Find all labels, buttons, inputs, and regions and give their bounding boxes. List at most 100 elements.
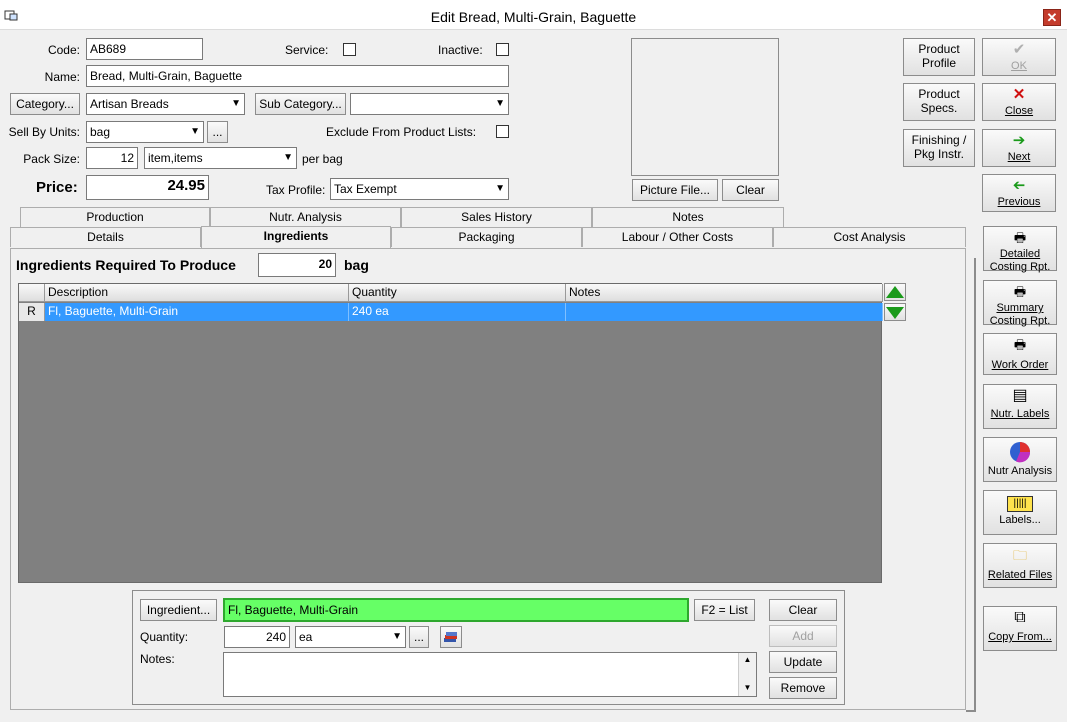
quantity-label: Quantity: [140,630,189,644]
folder-icon: 🗀 [1013,547,1027,563]
tax-profile-value: Tax Exempt [334,182,397,196]
copy-from-button[interactable]: ⧉ Copy From... [983,606,1057,651]
ingredient-button[interactable]: Ingredient... [140,599,217,621]
ok-button[interactable]: ✔ OK [982,38,1056,76]
tab-notes[interactable]: Notes [592,207,784,227]
tab-production[interactable]: Production [20,207,210,227]
price-input[interactable]: 24.95 [86,175,209,200]
panel-shadow [966,258,976,712]
picture-clear-button[interactable]: Clear [722,179,779,201]
detailed-line2: Costing Rpt. [989,261,1051,273]
exclude-checkbox[interactable] [496,125,509,138]
nutr-labels-button[interactable]: ▤ Nutr. Labels [983,384,1057,429]
notes-textarea[interactable] [223,652,757,697]
notes-label: Notes: [140,652,175,666]
service-checkbox[interactable] [343,43,356,56]
tab-details[interactable]: Details [10,227,201,247]
tab-cost-analysis[interactable]: Cost Analysis [773,227,966,247]
tab-labour-costs[interactable]: Labour / Other Costs [582,227,773,247]
picture-box [631,38,779,176]
finishing-line1: Finishing / [911,133,967,147]
row-marker[interactable]: R [19,303,45,321]
produce-qty-input[interactable]: 20 [258,253,336,277]
scroll-down-icon[interactable]: ▼ [739,681,756,695]
nutrition-label-icon: ▤ [1012,387,1028,404]
tab-packaging[interactable]: Packaging [391,227,582,247]
name-input[interactable]: Bread, Multi-Grain, Baguette [86,65,509,87]
code-input[interactable]: AB689 [86,38,203,60]
window-close-button[interactable]: ✕ [1043,9,1061,26]
chevron-down-icon: ▼ [190,126,200,137]
category-button[interactable]: Category... [10,93,80,115]
work-order-label: Work Order [991,359,1049,371]
sell-by-select[interactable]: bag ▼ [86,121,204,143]
move-up-button[interactable] [884,283,906,301]
product-specs-button[interactable]: Product Specs. [903,83,975,121]
product-profile-button[interactable]: Product Profile [903,38,975,76]
next-button[interactable]: ➔ Next [982,129,1056,167]
pack-size-input[interactable]: 12 [86,147,138,169]
summary-line1: Summary [996,302,1044,314]
finishing-button[interactable]: Finishing / Pkg Instr. [903,129,975,167]
picture-file-button[interactable]: Picture File... [632,179,718,201]
ingredient-input[interactable]: Fl, Baguette, Multi-Grain [223,598,689,622]
f2-list-button[interactable]: F2 = List [694,599,755,621]
editor-unit-select[interactable]: ea ▼ [295,626,406,648]
checkmark-icon: ✔ [1012,41,1026,58]
tab-sales-history[interactable]: Sales History [401,207,592,227]
pack-unit-select[interactable]: item,items ▼ [144,147,297,169]
pack-size-label: Pack Size: [23,152,80,166]
tax-profile-select[interactable]: Tax Exempt ▼ [330,178,509,200]
printer-icon: 🖶 [1013,337,1027,352]
tab-ingredients[interactable]: Ingredients [201,226,391,248]
subcategory-button[interactable]: Sub Category... [255,93,346,115]
related-files-button[interactable]: 🗀 Related Files [983,543,1057,588]
category-value: Artisan Breads [90,97,169,111]
subcategory-select[interactable]: ▼ [350,93,509,115]
product-specs-line2: Specs. [920,101,958,115]
copy-icon: ⧉ [1014,609,1026,626]
pie-chart-icon [1010,442,1031,463]
finishing-line2: Pkg Instr. [913,147,965,161]
summary-costing-button[interactable]: 🖶 Summary Costing Rpt. [983,280,1057,327]
notes-scrollbar[interactable]: ▲ ▼ [738,653,756,696]
detailed-costing-button[interactable]: 🖶 Detailed Costing Rpt. [983,226,1057,273]
column-header-description[interactable]: Description [45,284,349,302]
labels-button[interactable]: ||||| Labels... [983,490,1057,535]
editor-update-button[interactable]: Update [769,651,837,673]
previous-button[interactable]: ➔ Previous [982,174,1056,212]
editor-remove-button[interactable]: Remove [769,677,837,699]
cell-quantity[interactable]: 240 ea [349,303,566,321]
chevron-down-icon: ▼ [495,183,505,194]
category-select[interactable]: Artisan Breads ▼ [86,93,245,115]
cell-description[interactable]: Fl, Baguette, Multi-Grain [45,303,349,321]
inactive-label: Inactive: [438,43,483,57]
product-profile-line1: Product [918,42,960,56]
ingredients-grid[interactable]: Description Quantity Notes R Fl, Baguett… [18,283,883,583]
column-header-quantity[interactable]: Quantity [349,284,566,302]
quantity-input[interactable]: 240 [224,626,290,648]
sell-by-value: bag [90,125,111,139]
barcode-icon: ||||| [1007,496,1033,512]
editor-clear-button[interactable]: Clear [769,599,837,621]
inactive-checkbox[interactable] [496,43,509,56]
nutr-analysis-button[interactable]: Nutr Analysis [983,437,1057,482]
tab-nutr-analysis[interactable]: Nutr. Analysis [210,207,401,227]
pack-unit-value: item,items [148,151,203,165]
price-label: Price: [36,179,78,196]
calculator-button[interactable] [440,626,462,648]
column-header-notes[interactable]: Notes [566,284,883,302]
copy-from-label: Copy From... [988,631,1052,643]
editor-add-button[interactable]: Add [769,625,837,647]
cell-notes[interactable] [566,303,883,321]
scroll-up-icon[interactable]: ▲ [739,653,756,667]
sell-by-browse-button[interactable]: ... [207,121,228,143]
name-label: Name: [44,70,80,84]
ok-label: OK [1011,60,1027,72]
editor-unit-browse-button[interactable]: ... [409,626,429,648]
previous-label: Previous [997,196,1041,208]
move-down-button[interactable] [884,303,906,321]
work-order-button[interactable]: 🖶 Work Order [983,333,1057,375]
service-label: Service: [285,43,329,57]
close-button[interactable]: ✕ Close [982,83,1056,121]
